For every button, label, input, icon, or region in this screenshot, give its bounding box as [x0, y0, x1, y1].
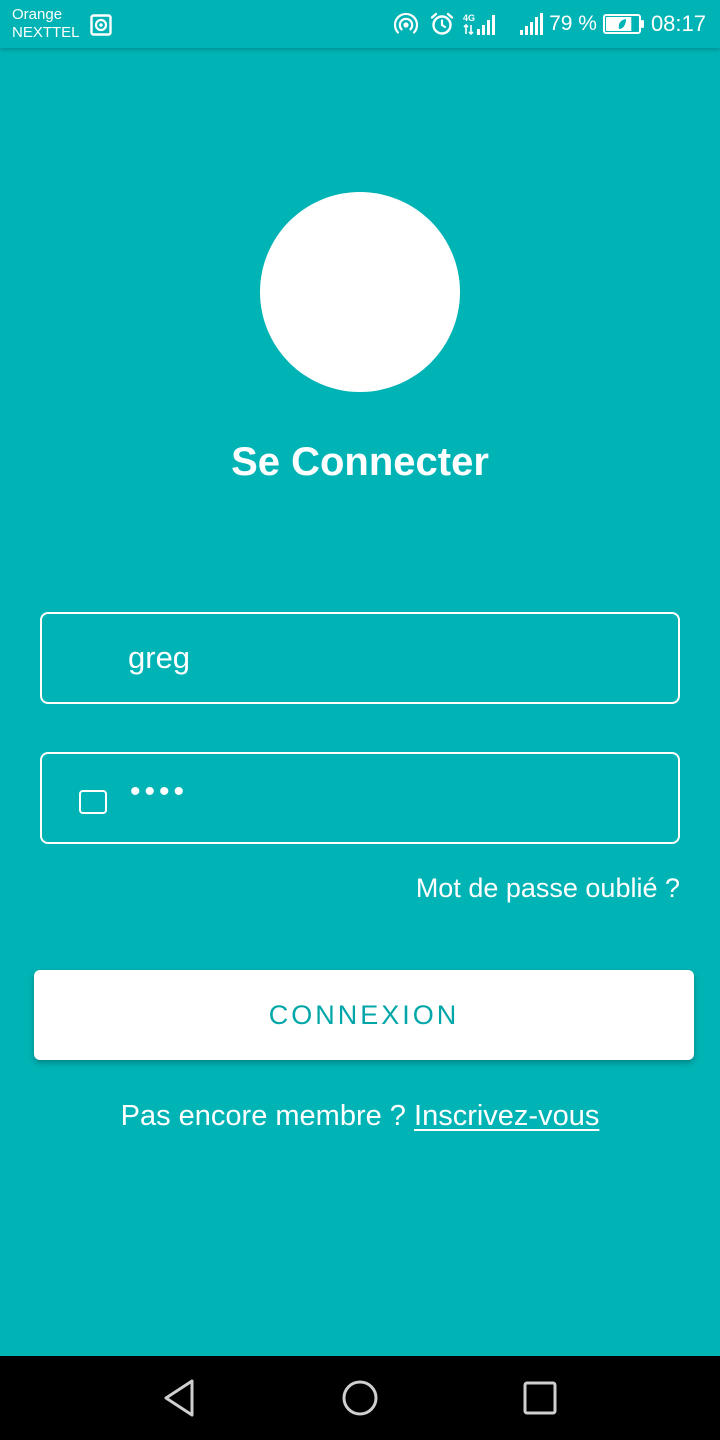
clock: 08:17: [650, 11, 706, 36]
signup-prompt: Pas encore membre ?: [120, 1100, 406, 1132]
login-button[interactable]: CONNEXION: [34, 970, 694, 1060]
back-icon[interactable]: [158, 1376, 202, 1420]
signup-prompt-line: Pas encore membre ? Inscrivez-vous: [0, 1094, 720, 1138]
sim-icon: [90, 14, 112, 36]
avatar: [260, 192, 460, 392]
page-title: Se Connecter: [231, 440, 489, 484]
battery-icon: [602, 14, 644, 34]
mobile-data-icon: 4G: [463, 13, 496, 36]
alarm-icon: [430, 12, 454, 35]
forgot-password-link[interactable]: Mot de passe oublié ?: [416, 866, 680, 910]
carrier-label: Orange NEXTTEL: [12, 6, 80, 42]
username-field[interactable]: greg: [40, 612, 680, 704]
home-icon[interactable]: [338, 1376, 382, 1420]
password-field[interactable]: ••••: [40, 752, 680, 844]
battery-percent: 79 %: [549, 12, 597, 35]
signal-icon: [520, 13, 544, 35]
network-type-label: 4G: [463, 13, 475, 23]
password-visibility-checkbox[interactable]: [79, 790, 107, 814]
username-value[interactable]: greg: [128, 614, 190, 702]
battery-fill: [605, 17, 632, 31]
recent-apps-icon[interactable]: [518, 1376, 562, 1420]
navigation-bar: [0, 1356, 720, 1440]
signup-link[interactable]: Inscrivez-vous: [414, 1100, 599, 1132]
carrier-name: Orange: [12, 6, 63, 23]
carrier-network: NEXTTEL: [12, 24, 80, 41]
status-icons: 4G 79 % 08:17: [393, 0, 706, 48]
status-bar: Orange NEXTTEL 4G 79 % 08:17: [0, 0, 720, 48]
password-value[interactable]: ••••: [130, 748, 188, 836]
hotspot-icon: [393, 12, 419, 34]
login-screen: Orange NEXTTEL 4G 79 % 08:17 Se Connecte…: [0, 0, 720, 1440]
